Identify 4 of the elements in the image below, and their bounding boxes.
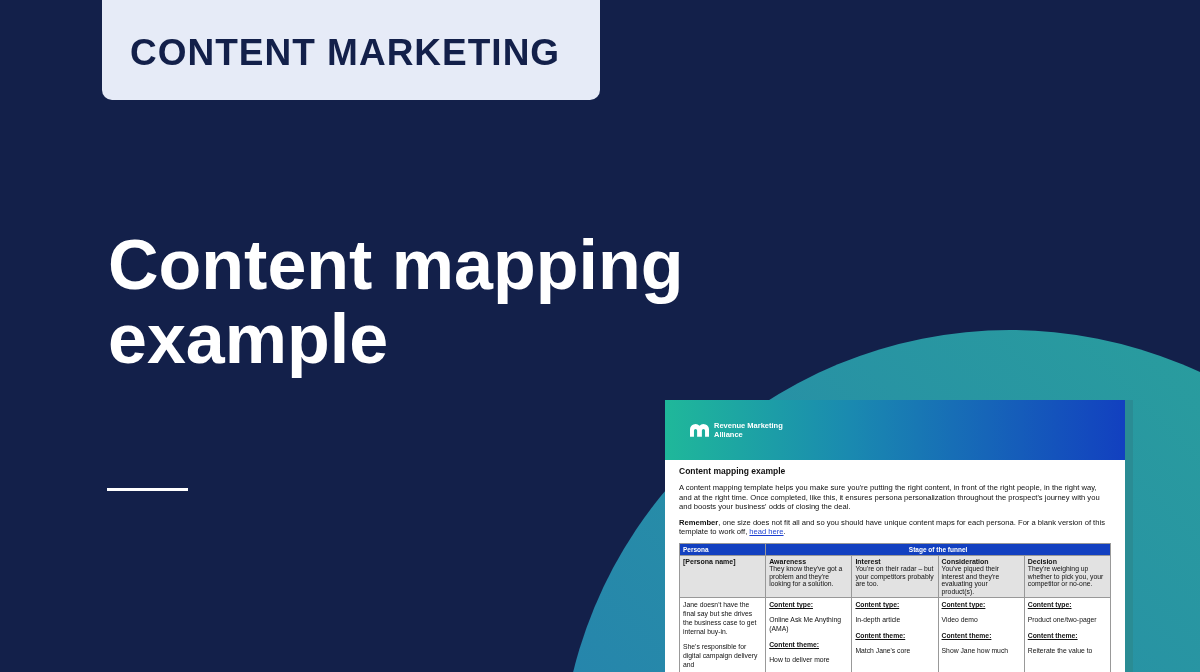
logo-icon bbox=[690, 423, 709, 437]
headline: Content mapping example bbox=[108, 228, 685, 376]
category-badge: CONTENT MARKETING bbox=[102, 0, 600, 100]
document-title: Content mapping example bbox=[679, 466, 787, 476]
